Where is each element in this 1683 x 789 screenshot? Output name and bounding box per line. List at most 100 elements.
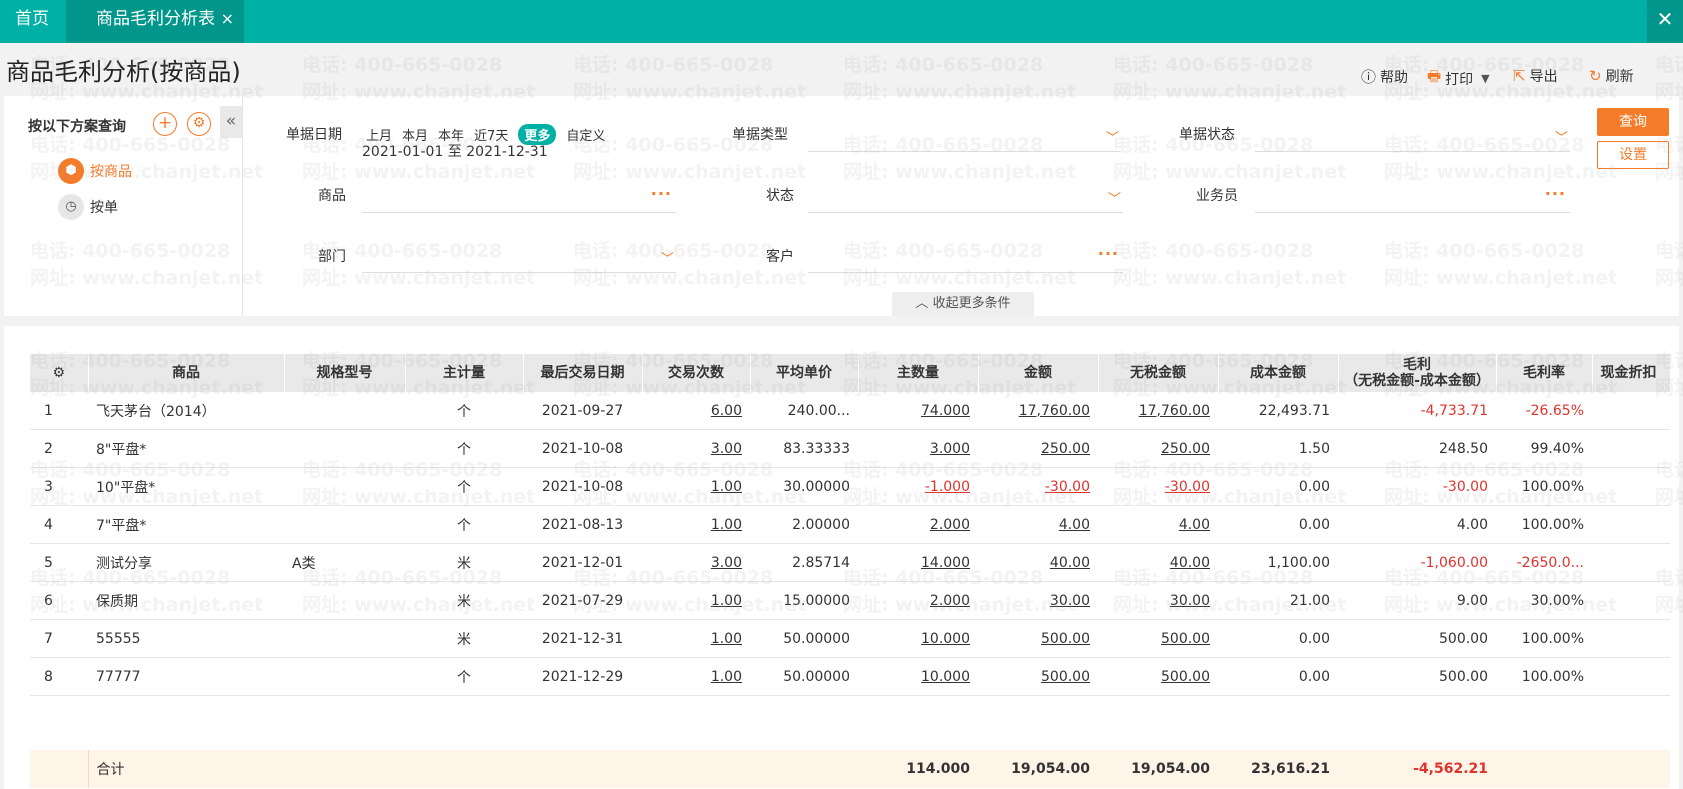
cell-notax-value[interactable]: 40.00: [1170, 555, 1210, 571]
col-header-notax[interactable]: 无税金额: [1098, 354, 1219, 392]
cell-count-value[interactable]: 1.00: [711, 479, 742, 495]
cell-qty-value[interactable]: 74.000: [921, 403, 970, 419]
collapse-more-conditions[interactable]: ︿ 收起更多条件: [892, 292, 1034, 316]
tab-home[interactable]: 首页: [0, 0, 64, 43]
table-row[interactable]: 5 测试分享 A类 米 2021-12-01 3.00 2.85714 14.000 40.00…: [30, 543, 1670, 582]
cell-qty[interactable]: 10.000: [858, 619, 978, 658]
cell-qty-value[interactable]: 10.000: [921, 669, 970, 685]
cell-notax[interactable]: 40.00: [1098, 543, 1218, 582]
col-header-product[interactable]: 商品: [88, 354, 285, 392]
cell-qty-value[interactable]: -1.000: [925, 479, 970, 495]
cell-notax-value[interactable]: 30.00: [1170, 593, 1210, 609]
cell-count[interactable]: 3.00: [642, 543, 750, 582]
cell-count-value[interactable]: 6.00: [711, 403, 742, 419]
query-button[interactable]: 查询: [1597, 108, 1669, 136]
product-field[interactable]: ···: [362, 184, 676, 213]
cell-amount-value[interactable]: 4.00: [1059, 517, 1090, 533]
cell-amount-value[interactable]: 17,760.00: [1019, 403, 1090, 419]
window-close-icon[interactable]: ✕: [1647, 0, 1683, 43]
cell-notax-value[interactable]: -30.00: [1165, 479, 1210, 495]
date-option-custom[interactable]: 自定义: [566, 125, 605, 144]
scheme-item-by-doc[interactable]: ◷ 按单: [58, 194, 118, 220]
doc-type-select[interactable]: ﹀: [808, 129, 1121, 152]
cell-qty-value[interactable]: 14.000: [921, 555, 970, 571]
cell-amount[interactable]: 30.00: [978, 581, 1098, 620]
cell-amount-value[interactable]: 40.00: [1050, 555, 1090, 571]
chevron-down-icon[interactable]: ▼: [1481, 72, 1489, 85]
cell-count-value[interactable]: 1.00: [711, 593, 742, 609]
cell-count-value[interactable]: 3.00: [711, 555, 742, 571]
cell-notax[interactable]: 500.00: [1098, 657, 1218, 696]
cell-notax-value[interactable]: 500.00: [1161, 631, 1210, 647]
date-range[interactable]: 2021-01-01 至 2021-12-31: [362, 141, 548, 161]
cell-notax[interactable]: 500.00: [1098, 619, 1218, 658]
cell-notax[interactable]: 4.00: [1098, 505, 1218, 544]
cell-amount-value[interactable]: -30.00: [1045, 479, 1090, 495]
cell-count[interactable]: 3.00: [642, 429, 750, 468]
cell-amount[interactable]: 40.00: [978, 543, 1098, 582]
col-header-cash-discount[interactable]: 现金折扣: [1592, 354, 1671, 392]
settings-button[interactable]: 设置: [1597, 141, 1669, 169]
col-header-cost[interactable]: 成本金额: [1218, 354, 1339, 392]
print-button[interactable]: 🖶 打印 ▼: [1427, 66, 1490, 91]
cell-count-value[interactable]: 1.00: [711, 669, 742, 685]
cell-amount[interactable]: 250.00: [978, 429, 1098, 468]
tab-close-icon[interactable]: ×: [221, 0, 234, 38]
cell-amount[interactable]: 4.00: [978, 505, 1098, 544]
doc-status-select[interactable]: ﹀: [1255, 129, 1570, 152]
cell-count-value[interactable]: 1.00: [711, 517, 742, 533]
scheme-item-by-product[interactable]: ⬢ 按商品: [58, 158, 132, 184]
more-icon[interactable]: ···: [1545, 184, 1566, 203]
cell-qty-value[interactable]: 2.000: [930, 517, 970, 533]
cell-notax-value[interactable]: 4.00: [1179, 517, 1210, 533]
tab-gross-profit[interactable]: 商品毛利分析表 ×: [66, 0, 244, 43]
cell-count-value[interactable]: 1.00: [711, 631, 742, 647]
status-select[interactable]: ﹀: [808, 190, 1123, 213]
cell-amount[interactable]: 500.00: [978, 657, 1098, 696]
col-header-qty[interactable]: 主数量: [858, 354, 979, 392]
more-icon[interactable]: ···: [651, 184, 672, 203]
col-header-unit[interactable]: 主计量: [405, 354, 524, 392]
table-row[interactable]: 7 55555 米 2021-12-31 1.00 50.00000 10.000 500.0…: [30, 619, 1670, 658]
cell-notax[interactable]: 30.00: [1098, 581, 1218, 620]
cell-notax-value[interactable]: 17,760.00: [1139, 403, 1210, 419]
cell-qty-value[interactable]: 10.000: [921, 631, 970, 647]
cell-amount[interactable]: 17,760.00: [978, 392, 1098, 430]
cell-qty[interactable]: 14.000: [858, 543, 978, 582]
col-header-rate[interactable]: 毛利率: [1496, 354, 1593, 392]
cell-amount-value[interactable]: 500.00: [1041, 669, 1090, 685]
col-header-spec[interactable]: 规格型号: [284, 354, 406, 392]
col-header-avg-price[interactable]: 平均单价: [750, 354, 859, 392]
cell-count-value[interactable]: 3.00: [711, 441, 742, 457]
table-row[interactable]: 2 8"平盘* 个 2021-10-08 3.00 83.33333 3.000 250.00…: [30, 429, 1670, 468]
cell-notax[interactable]: 17,760.00: [1098, 392, 1218, 430]
table-row[interactable]: 4 7"平盘* 个 2021-08-13 1.00 2.00000 2.000 4.00 4.0…: [30, 505, 1670, 544]
add-scheme-icon[interactable]: +: [153, 112, 177, 136]
export-button[interactable]: ⇱ 导出: [1513, 66, 1558, 86]
col-header-amount[interactable]: 金额: [978, 354, 1099, 392]
col-header-count[interactable]: 交易次数: [642, 354, 751, 392]
cell-amount-value[interactable]: 250.00: [1041, 441, 1090, 457]
cell-notax[interactable]: 250.00: [1098, 429, 1218, 468]
cell-qty-value[interactable]: 3.000: [930, 441, 970, 457]
cell-amount[interactable]: -30.00: [978, 467, 1098, 506]
collapse-sidebar-icon[interactable]: «: [220, 106, 242, 138]
table-row[interactable]: 6 保质期 米 2021-07-29 1.00 15.00000 2.000 30.00 30.…: [30, 581, 1670, 620]
cell-qty[interactable]: 3.000: [858, 429, 978, 468]
cell-count[interactable]: 6.00: [642, 392, 750, 430]
col-header-last-date[interactable]: 最后交易日期: [523, 354, 643, 392]
cell-count[interactable]: 1.00: [642, 467, 750, 506]
cell-amount[interactable]: 500.00: [978, 619, 1098, 658]
table-row[interactable]: 1 飞天茅台（2014） 个 2021-09-27 6.00 240.00... 74.00…: [30, 392, 1670, 430]
cell-notax-value[interactable]: 500.00: [1161, 669, 1210, 685]
table-row[interactable]: 8 77777 个 2021-12-29 1.00 50.00000 10.000 500.0…: [30, 657, 1670, 696]
gear-icon[interactable]: ⚙: [187, 112, 211, 136]
table-row[interactable]: 3 10"平盘* 个 2021-10-08 1.00 30.00000 -1.000 -30.…: [30, 467, 1670, 506]
cell-qty[interactable]: -1.000: [858, 467, 978, 506]
refresh-button[interactable]: ↻ 刷新: [1589, 66, 1634, 86]
cell-amount-value[interactable]: 30.00: [1050, 593, 1090, 609]
cell-qty-value[interactable]: 2.000: [930, 593, 970, 609]
column-settings-icon[interactable]: ⚙: [30, 354, 89, 392]
cell-count[interactable]: 1.00: [642, 505, 750, 544]
more-icon[interactable]: ···: [1098, 244, 1119, 263]
